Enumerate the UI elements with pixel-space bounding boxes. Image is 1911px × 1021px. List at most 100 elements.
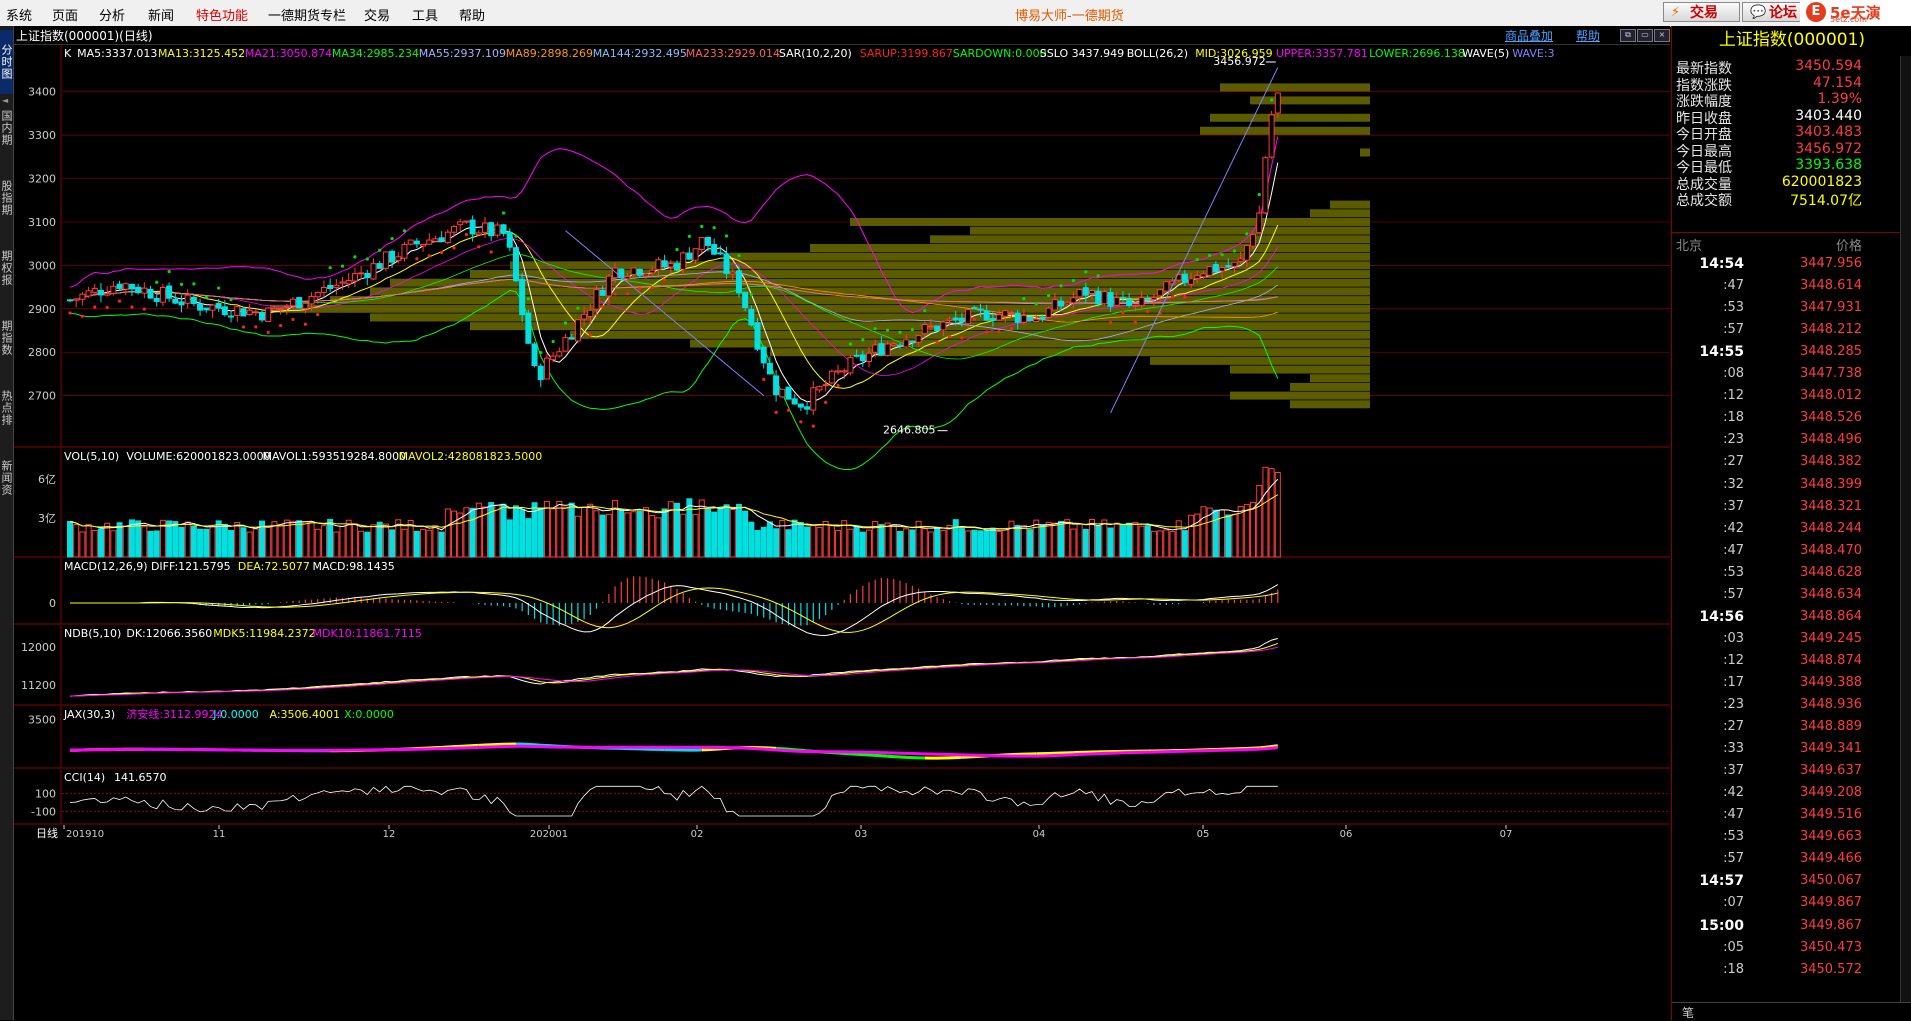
volume-profile-bar bbox=[1310, 209, 1370, 217]
volume-bar bbox=[1164, 530, 1169, 557]
menu-tools[interactable]: 工具 bbox=[412, 5, 438, 24]
sar-dot bbox=[812, 424, 815, 427]
volume-bar bbox=[897, 531, 902, 557]
candle-body bbox=[105, 294, 110, 295]
sar-dot bbox=[353, 255, 356, 258]
candle-body bbox=[402, 244, 407, 258]
sar-dot bbox=[267, 331, 270, 334]
tab-hot-ranking[interactable]: 热点排名 bbox=[0, 386, 13, 430]
indicator-label: MA55:2937.109 bbox=[419, 47, 506, 60]
menu-trade[interactable]: 交易 bbox=[364, 5, 390, 24]
volume-profile-bar bbox=[1150, 357, 1370, 365]
volume-bar bbox=[526, 519, 531, 557]
menu-system[interactable]: 系统 bbox=[6, 5, 32, 24]
volume-bar bbox=[854, 526, 859, 557]
candle-body bbox=[600, 291, 605, 296]
volume-bar bbox=[879, 525, 884, 557]
tick-time: :03 bbox=[1708, 631, 1744, 646]
candle-body bbox=[167, 286, 172, 298]
tick-row: :373448.321 bbox=[1672, 497, 1911, 519]
close-icon[interactable]: × bbox=[1654, 29, 1670, 42]
menu-special-features[interactable]: 特色功能 bbox=[196, 5, 248, 24]
x-tick-label: 11 bbox=[213, 829, 226, 840]
candle-body bbox=[235, 307, 240, 316]
sar-dot bbox=[180, 283, 183, 286]
kline-chart-area[interactable]: KMA5:3337.013MA13:3125.452MA21:3050.874M… bbox=[14, 45, 1670, 1020]
sar-dot bbox=[911, 328, 914, 331]
sar-dot bbox=[824, 401, 827, 404]
volume-bar bbox=[1269, 469, 1274, 557]
sar-dot bbox=[465, 233, 468, 236]
volume-bar bbox=[1275, 473, 1280, 558]
candle-body bbox=[1021, 315, 1026, 322]
candle-body bbox=[303, 303, 308, 308]
candle-body bbox=[798, 404, 803, 407]
y-tick-label: 12000 bbox=[21, 641, 56, 654]
sar-dot bbox=[1084, 270, 1087, 273]
indicator-label: SAR(10,2,20) bbox=[779, 47, 852, 60]
tab-index-futures[interactable]: 股指期货 bbox=[0, 176, 13, 220]
volume-bar bbox=[1034, 520, 1039, 557]
chat-icon: 💬 bbox=[1750, 3, 1766, 23]
y-tick-label: 3100 bbox=[28, 216, 56, 229]
tab-option-quotes[interactable]: 期权报价 bbox=[0, 246, 13, 290]
candle-body bbox=[253, 312, 258, 313]
window-layout-icon[interactable]: ▭ bbox=[1637, 29, 1653, 42]
volume-bar bbox=[990, 528, 995, 557]
volume-bar bbox=[743, 511, 748, 557]
indicator-label: K bbox=[64, 47, 72, 60]
candle-body bbox=[390, 251, 395, 262]
candle-body bbox=[544, 358, 549, 379]
sar-dot bbox=[168, 270, 171, 273]
candle-body bbox=[377, 264, 382, 269]
candle-body bbox=[408, 240, 413, 244]
volume-bar bbox=[959, 529, 964, 557]
sar-dot bbox=[118, 300, 121, 303]
candle-body bbox=[817, 387, 822, 390]
candle-body bbox=[86, 291, 91, 296]
tick-list-scrollbar[interactable] bbox=[1900, 56, 1911, 1002]
volume-bar bbox=[98, 529, 103, 557]
tick-row: :123448.874 bbox=[1672, 651, 1911, 673]
sar-dot bbox=[787, 409, 790, 412]
forum-button[interactable]: 💬 论坛 bbox=[1742, 2, 1802, 22]
candle-body bbox=[904, 340, 909, 347]
tab-domestic-futures[interactable]: 国内期货 bbox=[0, 106, 13, 150]
volume-bar bbox=[928, 532, 933, 557]
tick-time: :42 bbox=[1708, 785, 1744, 800]
menu-yide-column[interactable]: 一德期货专栏 bbox=[268, 5, 346, 24]
candle-body bbox=[854, 355, 859, 356]
menu-help[interactable]: 帮助 bbox=[459, 5, 485, 24]
tab-intraday[interactable]: 分时图 bbox=[0, 30, 13, 94]
tick-price: 3447.931 bbox=[1800, 300, 1862, 315]
tick-count-tab[interactable]: 笔 bbox=[1682, 1004, 1694, 1021]
candle-body bbox=[470, 220, 475, 234]
indicator-label: MA21:3050.874 bbox=[245, 47, 332, 60]
tab-index-data[interactable]: 期指数据 bbox=[0, 316, 13, 360]
quote-value: 3403.440 bbox=[1795, 108, 1862, 124]
tab-news[interactable]: 新闻资讯 bbox=[0, 456, 13, 500]
sar-dot bbox=[576, 307, 579, 310]
window-restore-icon[interactable]: ⧉ bbox=[1620, 29, 1636, 42]
candle-body bbox=[761, 347, 766, 363]
volume-bar bbox=[885, 523, 890, 557]
candle-body bbox=[575, 320, 580, 341]
menu-page[interactable]: 页面 bbox=[52, 5, 78, 24]
trade-button[interactable]: ⚡ 交易 bbox=[1663, 2, 1740, 22]
menu-news[interactable]: 新闻 bbox=[148, 5, 174, 24]
candle-body bbox=[916, 336, 921, 343]
candle-body bbox=[563, 338, 568, 351]
candle-body bbox=[724, 254, 729, 274]
sar-dot bbox=[985, 330, 988, 333]
menu-analysis[interactable]: 分析 bbox=[99, 5, 125, 24]
sar-dot bbox=[1196, 258, 1199, 261]
quote-value: 620001823 bbox=[1782, 174, 1862, 190]
help-link[interactable]: 帮助 bbox=[1576, 27, 1600, 44]
x-tick-label: 201910 bbox=[66, 829, 104, 840]
volume-bar bbox=[1015, 525, 1020, 557]
tick-row: :473449.516 bbox=[1672, 805, 1911, 827]
tick-row: 14:573450.067 bbox=[1672, 871, 1911, 893]
overlay-commodity-link[interactable]: 商品叠加 bbox=[1505, 27, 1553, 44]
volume-bar bbox=[619, 509, 624, 557]
sar-dot bbox=[898, 331, 901, 334]
